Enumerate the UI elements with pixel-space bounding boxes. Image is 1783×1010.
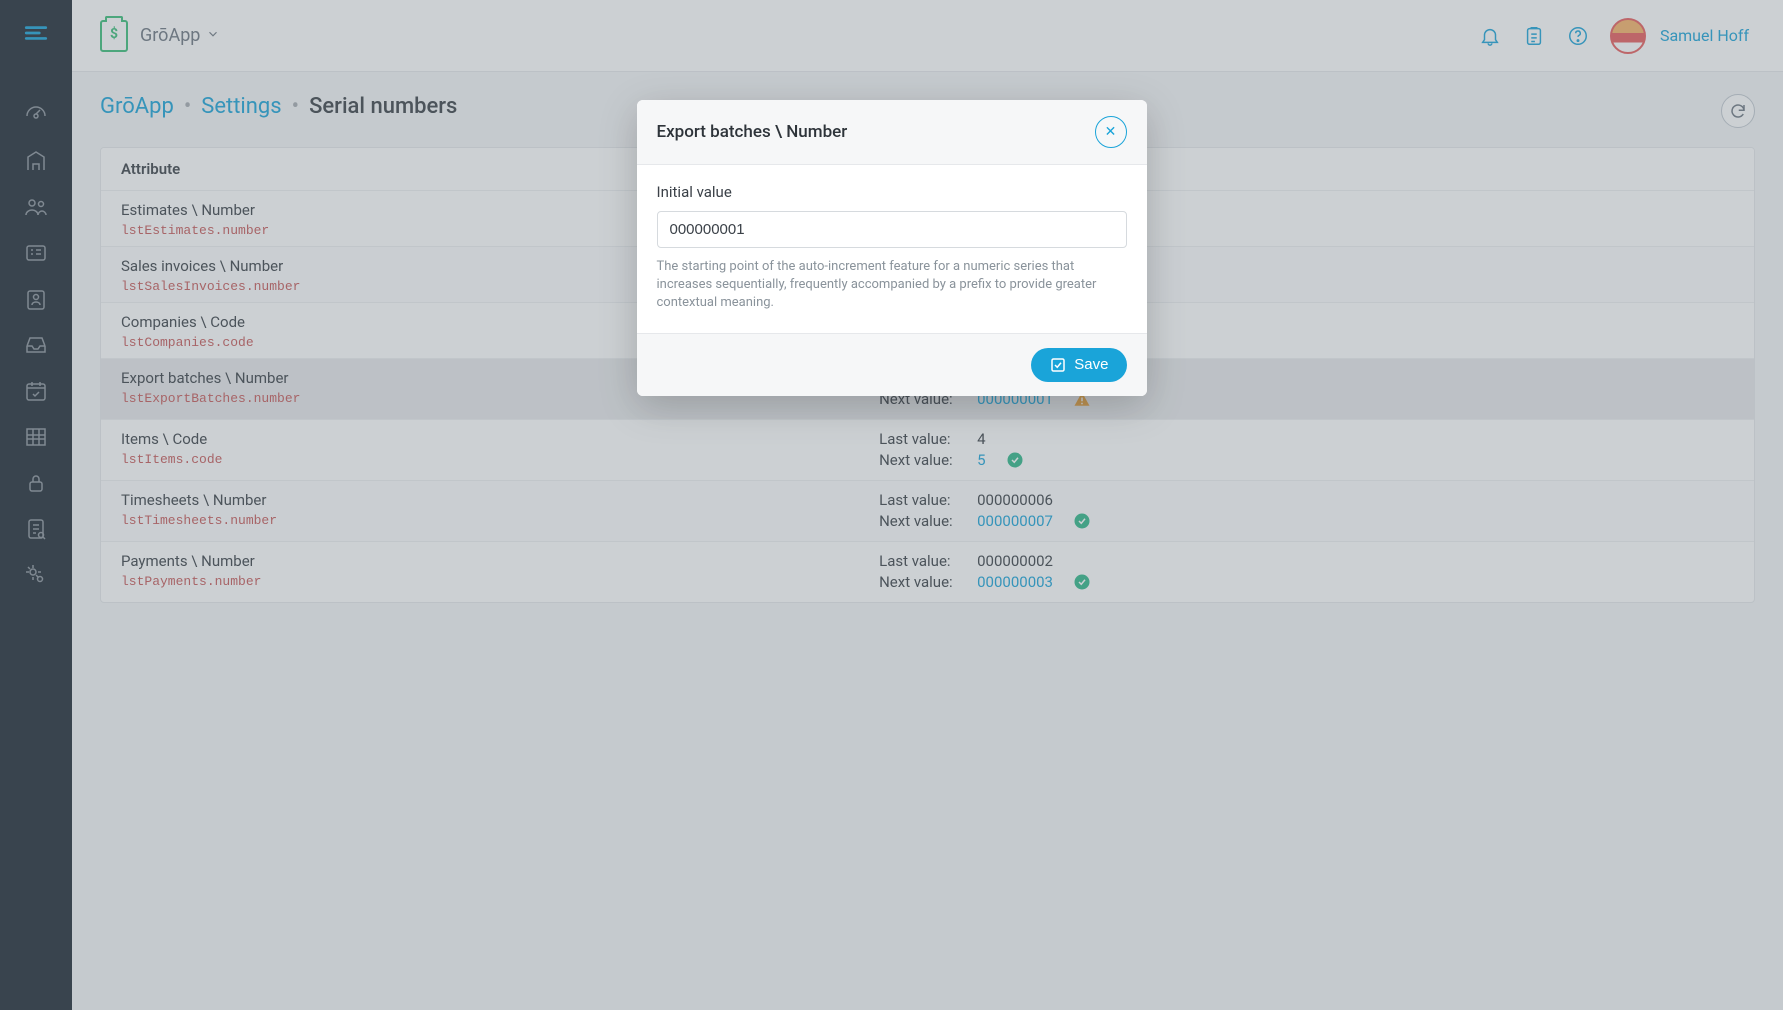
modal: Export batches \ Number ✕ Initial value … [637, 100, 1147, 396]
modal-header: Export batches \ Number ✕ [637, 100, 1147, 165]
modal-close-button[interactable]: ✕ [1095, 116, 1127, 148]
initial-value-label: Initial value [657, 183, 1127, 201]
save-icon [1049, 356, 1067, 374]
modal-title: Export batches \ Number [657, 122, 1095, 142]
modal-footer: Save [637, 333, 1147, 396]
modal-body: Initial value The starting point of the … [637, 165, 1147, 333]
modal-overlay[interactable]: Export batches \ Number ✕ Initial value … [0, 0, 1783, 1010]
save-button-label: Save [1074, 356, 1108, 373]
save-button[interactable]: Save [1031, 348, 1126, 382]
close-icon: ✕ [1105, 124, 1117, 140]
initial-value-help: The starting point of the auto-increment… [657, 258, 1127, 313]
initial-value-input[interactable] [657, 211, 1127, 248]
